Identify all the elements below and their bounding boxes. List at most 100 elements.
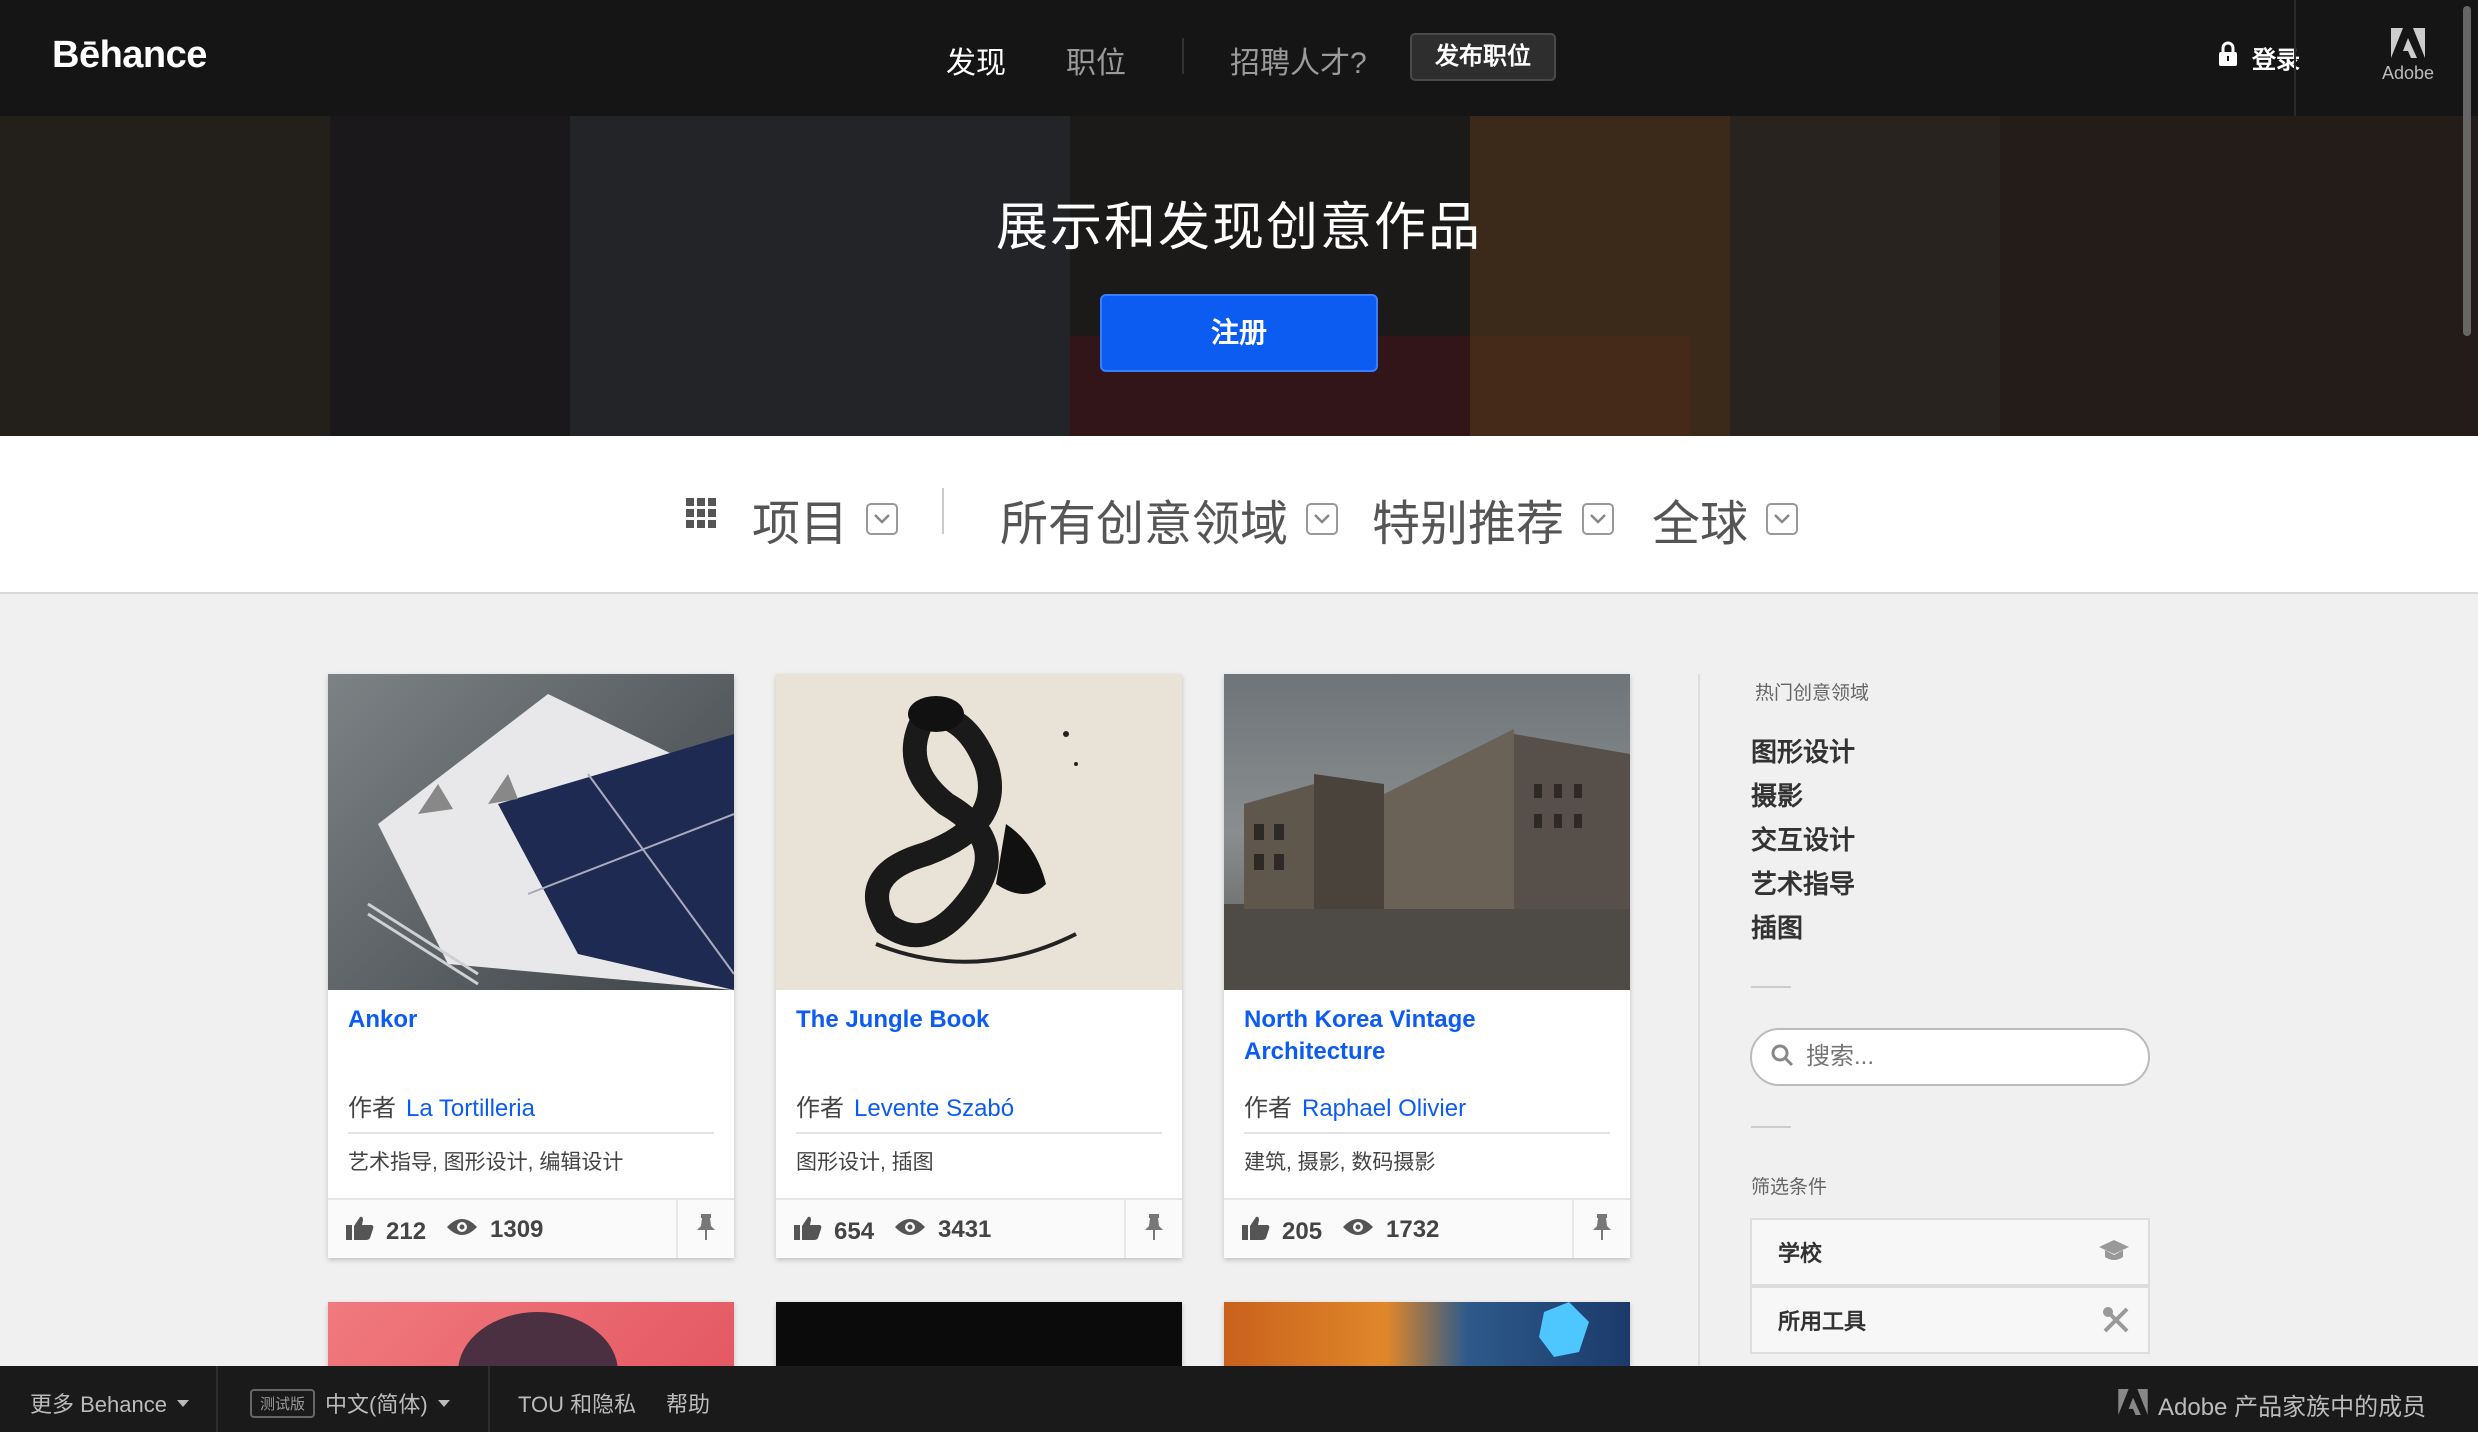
more-behance-label: 更多 Behance	[30, 1392, 167, 1417]
divider	[348, 1132, 714, 1134]
views-count: 1309	[490, 1216, 544, 1243]
author-prefix: 作者	[796, 1095, 844, 1122]
grid-icon[interactable]	[686, 498, 716, 528]
author-prefix: 作者	[348, 1095, 396, 1122]
project-thumbnail[interactable]	[776, 674, 1182, 990]
tou-privacy-link[interactable]: TOU 和隐私	[518, 1387, 636, 1419]
project-title[interactable]: North Korea Vintage Architecture	[1244, 1004, 1614, 1068]
views: 1309	[446, 1216, 543, 1244]
search-icon	[1770, 1043, 1794, 1072]
sidebar-item-illustration[interactable]: 插图	[1751, 908, 1803, 945]
views-count: 3431	[938, 1216, 992, 1243]
eye-icon	[446, 1216, 478, 1244]
adobe-icon	[2118, 1388, 2148, 1421]
beta-badge: 测试版	[250, 1388, 316, 1418]
filter-conditions-heading: 筛选条件	[1751, 1177, 1828, 1198]
filter-location[interactable]: 全球	[1652, 484, 1799, 554]
nav-discover[interactable]: 发现	[946, 38, 1006, 82]
project-author: 作者 Levente Szabó	[796, 1088, 1014, 1123]
divider	[1244, 1132, 1610, 1134]
chevron-down-icon	[1766, 503, 1799, 535]
caret-down-icon	[437, 1399, 450, 1407]
login-link[interactable]: 登录	[2218, 40, 2300, 75]
project-stats: 654 3431	[776, 1198, 1182, 1258]
appreciations: 212	[346, 1216, 426, 1247]
project-fields: 图形设计, 插图	[796, 1151, 934, 1174]
project-title[interactable]: Ankor	[348, 1004, 718, 1036]
project-title[interactable]: The Jungle Book	[796, 1004, 1166, 1036]
search-box[interactable]	[1750, 1028, 2150, 1086]
hero-title: 展示和发现创意作品	[995, 199, 1482, 257]
thumbs-up-icon	[346, 1216, 374, 1247]
project-fields: 建筑, 摄影, 数码摄影	[1244, 1151, 1436, 1174]
scrollbar[interactable]	[2460, 0, 2474, 340]
author-link[interactable]: Levente Szabó	[854, 1095, 1014, 1122]
tools-icon	[2102, 1306, 2130, 1340]
pin-icon	[1592, 1213, 1612, 1245]
filter-projects[interactable]: 项目	[752, 484, 899, 554]
eye-icon	[1342, 1216, 1374, 1244]
appreciations: 654	[794, 1216, 874, 1247]
sidebar-item-graphic-design[interactable]: 图形设计	[1751, 732, 1855, 769]
nav-jobs[interactable]: 职位	[1066, 38, 1126, 82]
filter-featured[interactable]: 特别推荐	[1372, 484, 1615, 554]
views: 1732	[1342, 1216, 1439, 1244]
collection-pin-button[interactable]	[1572, 1200, 1630, 1258]
project-thumbnail[interactable]	[328, 674, 734, 990]
chevron-down-icon	[1582, 503, 1615, 535]
language-label: 中文(简体)	[325, 1392, 428, 1417]
pin-icon	[1144, 1213, 1164, 1245]
project-card[interactable]: The Jungle Book 作者 Levente Szabó 图形设计, 插图…	[776, 674, 1182, 1258]
appreciations: 205	[1242, 1216, 1322, 1247]
help-link[interactable]: 帮助	[666, 1387, 710, 1419]
signup-button[interactable]: 注册	[1100, 294, 1378, 372]
project-stats: 205 1732	[1224, 1198, 1630, 1258]
adobe-family-label: Adobe 产品家族中的成员	[2158, 1394, 2427, 1421]
scrollbar-thumb[interactable]	[2463, 6, 2471, 336]
collection-pin-button[interactable]	[1124, 1200, 1182, 1258]
footer: 更多 Behance 测试版 中文(简体) TOU 和隐私 帮助 Adobe 产…	[0, 1366, 2478, 1432]
sidebar-dash	[1751, 986, 1791, 988]
filter-fields-label: 所有创意领域	[1000, 498, 1289, 551]
hero-banner	[0, 116, 2478, 436]
project-card[interactable]: North Korea Vintage Architecture 作者 Rapha…	[1224, 674, 1630, 1258]
likes-count: 205	[1282, 1217, 1323, 1245]
filter-school[interactable]: 学校	[1750, 1218, 2150, 1286]
project-fields: 艺术指导, 图形设计, 编辑设计	[348, 1151, 624, 1174]
adobe-family-link[interactable]: Adobe 产品家族中的成员	[2118, 1387, 2426, 1422]
sidebar-divider	[1698, 674, 1700, 1374]
likes-count: 212	[386, 1217, 427, 1245]
project-thumbnail[interactable]	[1224, 674, 1630, 990]
author-link[interactable]: Raphael Olivier	[1302, 1095, 1466, 1122]
thumbs-up-icon	[794, 1216, 822, 1247]
nav-divider	[1182, 38, 1184, 74]
more-behance-menu[interactable]: 更多 Behance	[30, 1387, 189, 1419]
graduation-cap-icon	[2098, 1238, 2130, 1270]
top-nav: Bēhance 发现 职位 招聘人才? 发布职位 登录 Adobe	[0, 0, 2478, 116]
filter-location-label: 全球	[1652, 498, 1749, 551]
filter-creative-fields[interactable]: 所有创意领域	[1000, 484, 1339, 554]
filter-school-label: 学校	[1778, 1241, 1823, 1266]
adobe-link[interactable]: Adobe	[2375, 28, 2441, 84]
nav-hire-talent[interactable]: 招聘人才?	[1230, 38, 1367, 82]
sidebar-item-art-direction[interactable]: 艺术指导	[1751, 864, 1855, 901]
author-link[interactable]: La Tortilleria	[406, 1095, 535, 1122]
language-menu[interactable]: 测试版 中文(简体)	[250, 1387, 450, 1419]
project-card[interactable]: Ankor 作者 La Tortilleria 艺术指导, 图形设计, 编辑设计 …	[328, 674, 734, 1258]
behance-logo[interactable]: Bēhance	[52, 34, 207, 77]
project-author: 作者 La Tortilleria	[348, 1088, 535, 1123]
sidebar-item-interaction-design[interactable]: 交互设计	[1751, 820, 1855, 857]
hero-overlay	[0, 116, 2478, 436]
divider	[796, 1132, 1162, 1134]
collection-pin-button[interactable]	[676, 1200, 734, 1258]
project-author: 作者 Raphael Olivier	[1244, 1088, 1466, 1123]
likes-count: 654	[834, 1217, 875, 1245]
filter-tools-label: 所用工具	[1778, 1309, 1867, 1334]
search-input[interactable]	[1806, 1043, 2126, 1071]
caret-down-icon	[176, 1399, 189, 1407]
post-job-button[interactable]: 发布职位	[1410, 33, 1556, 81]
adobe-divider	[2294, 0, 2296, 116]
sidebar-item-photography[interactable]: 摄影	[1751, 776, 1803, 813]
footer-divider	[216, 1366, 218, 1432]
filter-tools-used[interactable]: 所用工具	[1750, 1286, 2150, 1354]
